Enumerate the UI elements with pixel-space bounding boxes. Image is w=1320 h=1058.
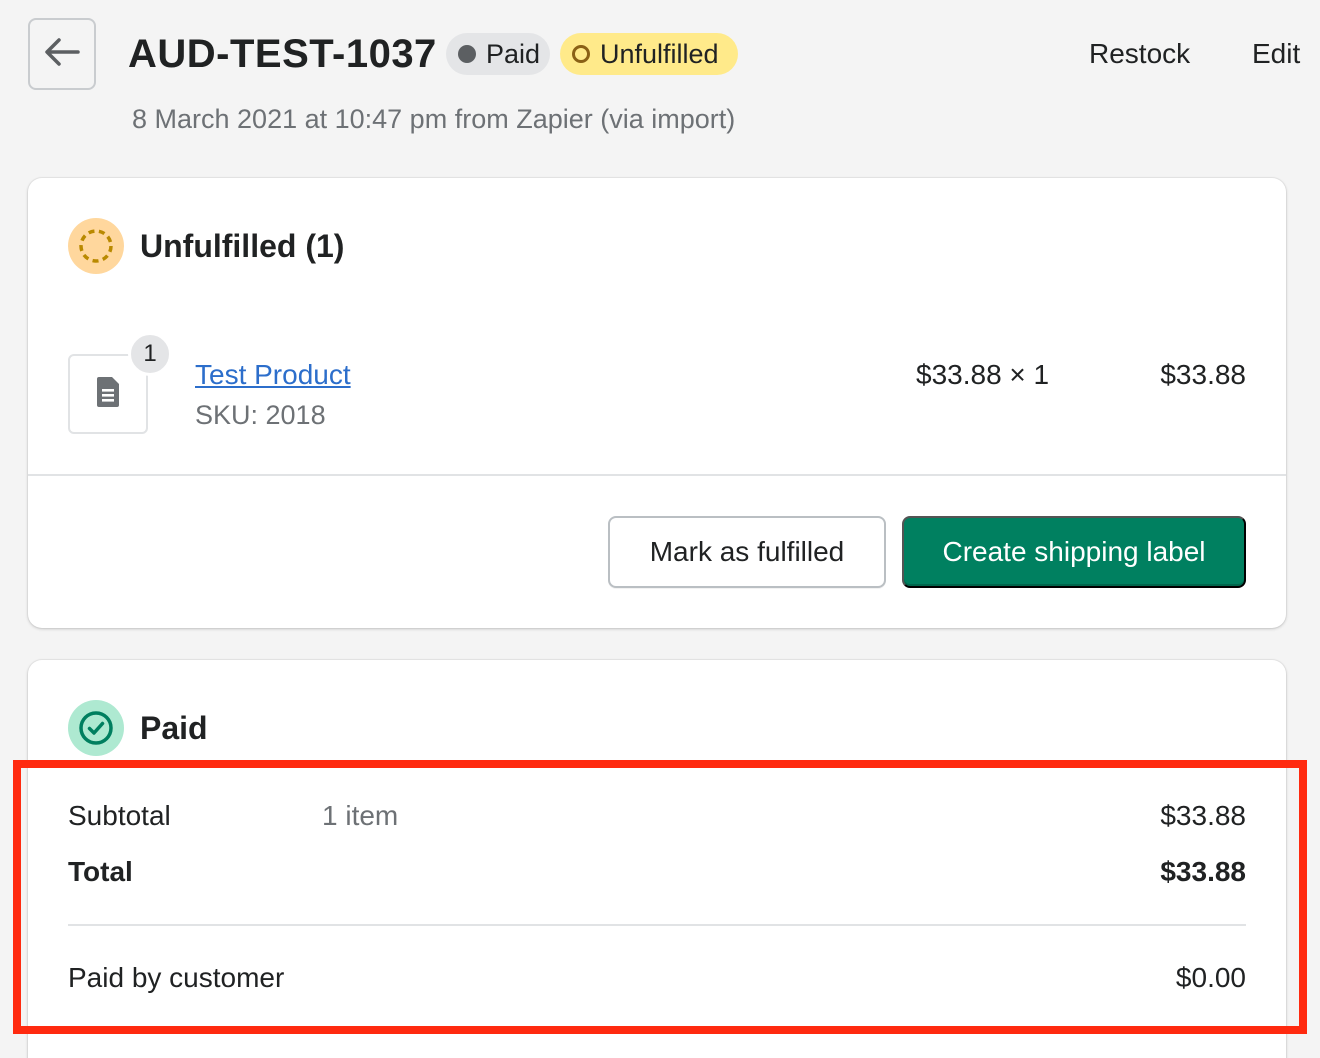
fulfillment-heading: Unfulfilled (1): [140, 228, 345, 264]
quantity-badge: 1: [128, 332, 172, 376]
total-value: $33.88: [1160, 856, 1246, 887]
payment-status-badge: Paid: [446, 33, 550, 75]
back-button[interactable]: [28, 18, 96, 90]
product-link[interactable]: Test Product: [195, 358, 351, 392]
order-subtitle: 8 March 2021 at 10:47 pm from Zapier (vi…: [132, 104, 736, 134]
unfulfilled-ring-icon: [572, 45, 590, 63]
mark-as-fulfilled-button[interactable]: Mark as fulfilled: [608, 516, 886, 588]
subtotal-item-count: 1 item: [322, 800, 399, 831]
fulfillment-card: Unfulfilled (1) 1 Test Product SKU: 2018…: [28, 178, 1286, 628]
restock-button[interactable]: Restock: [1089, 36, 1190, 72]
create-shipping-label-button[interactable]: Create shipping label: [902, 516, 1246, 588]
fulfillment-status-label: Unfulfilled: [600, 38, 719, 69]
check-circle-icon: [68, 700, 124, 756]
totals-divider: [68, 924, 1246, 926]
payment-card: Paid Subtotal 1 item $33.88 Total $33.88…: [28, 660, 1286, 1058]
unit-price: $33.88 × 1: [916, 359, 1050, 390]
paid-by-customer-value: $0.00: [1175, 962, 1246, 993]
arrow-left-icon: [44, 37, 80, 72]
document-icon: [95, 376, 121, 413]
subtotal-value: $33.88: [1160, 800, 1246, 831]
product-sku: SKU: 2018: [195, 400, 326, 430]
paid-dot-icon: [458, 45, 476, 63]
card-divider: [28, 474, 1286, 476]
page-title: AUD-TEST-1037: [128, 32, 437, 76]
dashed-circle-icon: [68, 218, 124, 274]
line-total: $33.88: [1160, 359, 1246, 390]
paid-by-customer-label: Paid by customer: [68, 962, 285, 993]
payment-heading: Paid: [140, 710, 208, 746]
fulfillment-status-badge: Unfulfilled: [560, 33, 738, 75]
payment-status-label: Paid: [486, 38, 541, 69]
subtotal-label: Subtotal: [68, 800, 171, 831]
edit-button[interactable]: Edit: [1252, 36, 1300, 72]
total-label: Total: [68, 856, 133, 887]
